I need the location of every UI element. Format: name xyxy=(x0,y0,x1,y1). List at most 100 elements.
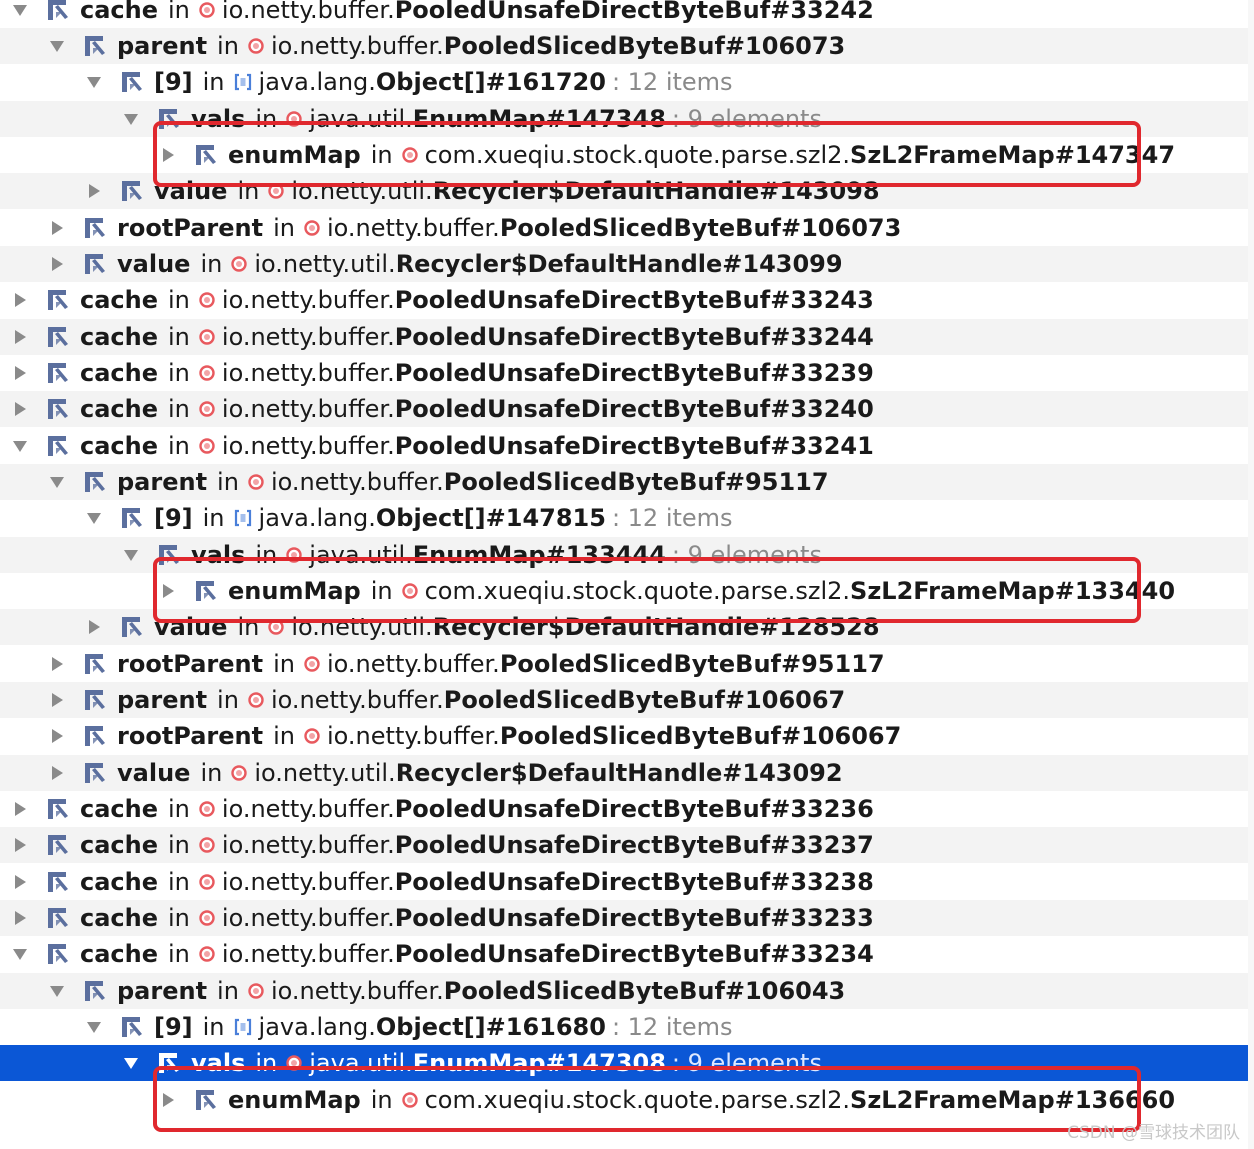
field-name: value xyxy=(117,250,191,279)
expand-triangle-icon[interactable] xyxy=(8,401,32,417)
field-name: vals xyxy=(191,104,246,133)
collapse-triangle-icon[interactable] xyxy=(82,511,106,525)
object-instance-icon xyxy=(198,291,216,309)
scrollbar[interactable] xyxy=(1248,0,1254,1149)
collapse-triangle-icon[interactable] xyxy=(8,947,32,961)
collapse-triangle-icon[interactable] xyxy=(45,475,69,489)
field-name: vals xyxy=(191,540,246,569)
tree-row[interactable]: cache in io.netty.buffer. PooledUnsafeDire… xyxy=(0,391,1254,428)
field-name: value xyxy=(154,177,228,206)
expand-triangle-icon[interactable] xyxy=(45,765,69,781)
expand-triangle-icon[interactable] xyxy=(45,256,69,272)
expand-triangle-icon[interactable] xyxy=(8,837,32,853)
instance-id: Recycler$DefaultHandle#143098 xyxy=(432,177,880,206)
instance-id: PooledUnsafeDirectByteBuf#33236 xyxy=(394,795,874,824)
in-keyword: in xyxy=(217,976,239,1005)
tree-row[interactable]: enumMap in com.xueqiu.stock.quote.parse.s… xyxy=(0,137,1254,173)
package-name: java.lang. xyxy=(258,1013,376,1042)
field-name: cache xyxy=(80,0,159,24)
field-reference-icon xyxy=(120,615,144,639)
in-keyword: in xyxy=(168,395,190,424)
expand-triangle-icon[interactable] xyxy=(8,365,32,381)
collapse-triangle-icon[interactable] xyxy=(82,1020,106,1034)
expand-triangle-icon[interactable] xyxy=(45,728,69,744)
object-instance-icon xyxy=(198,909,216,927)
in-keyword: in xyxy=(202,68,225,97)
expand-triangle-icon[interactable] xyxy=(45,692,69,708)
tree-row[interactable]: value in io.netty.util. Recycler$DefaultHa… xyxy=(0,173,1254,210)
tree-row[interactable]: rootParent in io.netty.buffer. PooledSlice… xyxy=(0,210,1254,246)
tree-row[interactable]: cache in io.netty.buffer. PooledUnsafeDire… xyxy=(0,791,1254,827)
tree-row[interactable]: vals in java.util. EnumMap#133444: 9 eleme… xyxy=(0,536,1254,573)
expand-triangle-icon[interactable] xyxy=(156,1092,180,1108)
tree-row[interactable]: cache in io.netty.buffer. PooledUnsafeDire… xyxy=(0,827,1254,864)
collapse-triangle-icon[interactable] xyxy=(119,548,143,562)
object-instance-icon xyxy=(247,982,265,1000)
tree-row[interactable]: cache in io.netty.buffer. PooledUnsafeDire… xyxy=(0,282,1254,318)
expand-triangle-icon[interactable] xyxy=(8,292,32,308)
expand-triangle-icon[interactable] xyxy=(8,801,32,817)
collapse-triangle-icon[interactable] xyxy=(8,3,32,17)
collapse-triangle-icon[interactable] xyxy=(45,39,69,53)
field-reference-icon xyxy=(83,688,107,712)
expand-triangle-icon[interactable] xyxy=(156,147,180,163)
tree-row[interactable]: cache in io.netty.buffer. PooledUnsafeDire… xyxy=(0,0,1254,28)
field-reference-icon xyxy=(46,288,70,312)
tree-row[interactable]: cache in io.netty.buffer. PooledUnsafeDire… xyxy=(0,936,1254,972)
tree-row[interactable]: enumMap in com.xueqiu.stock.quote.parse.s… xyxy=(0,573,1254,609)
tree-row[interactable]: [9] in java.lang. Object[]#147815: 12 item… xyxy=(0,500,1254,536)
tree-row[interactable]: vals in java.util. EnumMap#147348: 9 eleme… xyxy=(0,100,1254,137)
package-name: io.netty.util. xyxy=(254,250,396,279)
expand-triangle-icon[interactable] xyxy=(156,583,180,599)
tree-row[interactable]: parent in io.netty.buffer. PooledSlicedByt… xyxy=(0,682,1254,719)
expand-triangle-icon[interactable] xyxy=(82,619,106,635)
field-name: cache xyxy=(80,431,159,460)
tree-row[interactable]: [9] in java.lang. Object[]#161680: 12 item… xyxy=(0,1009,1254,1045)
tree-row[interactable]: value in io.netty.util. Recycler$DefaultHa… xyxy=(0,609,1254,646)
collapse-triangle-icon[interactable] xyxy=(119,1056,143,1070)
instance-id: EnumMap#133444 xyxy=(412,540,666,569)
instance-id: EnumMap#147348 xyxy=(412,104,666,133)
tree-row[interactable]: [9] in java.lang. Object[]#161720: 12 item… xyxy=(0,64,1254,100)
instance-id: PooledSlicedByteBuf#95117 xyxy=(443,468,829,497)
tree-row[interactable]: value in io.netty.util. Recycler$DefaultHa… xyxy=(0,246,1254,283)
expand-triangle-icon[interactable] xyxy=(8,910,32,926)
expand-triangle-icon[interactable] xyxy=(8,874,32,890)
tree-row[interactable]: parent in io.netty.buffer. PooledSlicedByt… xyxy=(0,28,1254,65)
collapse-triangle-icon[interactable] xyxy=(82,75,106,89)
tree-row[interactable]: cache in io.netty.buffer. PooledUnsafeDire… xyxy=(0,864,1254,900)
field-reference-icon xyxy=(83,470,107,494)
package-name: io.netty.util. xyxy=(291,177,433,206)
collapse-triangle-icon[interactable] xyxy=(8,439,32,453)
tree-row[interactable]: rootParent in io.netty.buffer. PooledSlice… xyxy=(0,646,1254,682)
tree-row[interactable]: vals in java.util. EnumMap#147308: 9 eleme… xyxy=(0,1045,1254,1082)
expand-triangle-icon[interactable] xyxy=(8,329,32,345)
package-name: com.xueqiu.stock.quote.parse.szl2. xyxy=(424,1085,851,1114)
instance-id: PooledSlicedByteBuf#95117 xyxy=(499,649,885,678)
package-name: java.lang. xyxy=(258,504,376,533)
field-reference-icon xyxy=(157,1051,181,1075)
package-name: java.util. xyxy=(309,1049,413,1078)
object-instance-icon xyxy=(198,836,216,854)
expand-triangle-icon[interactable] xyxy=(82,183,106,199)
tree-row[interactable]: parent in io.netty.buffer. PooledSlicedByt… xyxy=(0,972,1254,1009)
tree-row[interactable]: cache in io.netty.buffer. PooledUnsafeDire… xyxy=(0,318,1254,355)
field-reference-icon xyxy=(157,543,181,567)
expand-triangle-icon[interactable] xyxy=(45,656,69,672)
tree-row[interactable]: cache in io.netty.buffer. PooledUnsafeDire… xyxy=(0,355,1254,391)
tree-row[interactable]: value in io.netty.util. Recycler$DefaultHa… xyxy=(0,754,1254,791)
object-instance-icon xyxy=(267,182,285,200)
tree-row[interactable]: enumMap in com.xueqiu.stock.quote.parse.s… xyxy=(0,1082,1254,1118)
collapse-triangle-icon[interactable] xyxy=(119,112,143,126)
tree-row[interactable]: cache in io.netty.buffer. PooledUnsafeDire… xyxy=(0,900,1254,937)
field-reference-icon xyxy=(157,107,181,131)
collapse-triangle-icon[interactable] xyxy=(45,984,69,998)
tree-row[interactable]: parent in io.netty.buffer. PooledSlicedByt… xyxy=(0,464,1254,501)
tree-row[interactable]: rootParent in io.netty.buffer. PooledSlice… xyxy=(0,718,1254,754)
field-name: cache xyxy=(80,395,159,424)
tree-row[interactable]: cache in io.netty.buffer. PooledUnsafeDire… xyxy=(0,428,1254,464)
element-count: : 9 elements xyxy=(671,104,822,133)
expand-triangle-icon[interactable] xyxy=(45,220,69,236)
field-name: cache xyxy=(80,831,159,860)
field-reference-icon xyxy=(194,579,218,603)
